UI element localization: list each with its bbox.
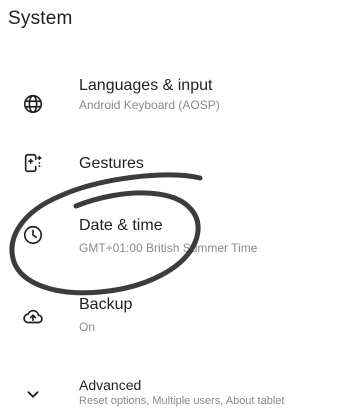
gestures-icon [20, 150, 46, 176]
setting-summary: Android Keyboard (AOSP) [79, 98, 220, 112]
cloud-upload-icon [20, 304, 46, 330]
chevron-down-icon [20, 381, 46, 407]
setting-languages-input[interactable]: Languages & input Android Keyboard (AOSP… [0, 70, 351, 134]
setting-backup[interactable]: Backup On [0, 291, 351, 355]
setting-label: Languages & input [79, 77, 213, 94]
setting-gestures[interactable]: Gestures [0, 133, 351, 197]
settings-screen: System Languages & input Android Keyboar… [0, 0, 351, 416]
setting-label: Date & time [79, 217, 163, 234]
setting-summary: Reset options, Multiple users, About tab… [79, 395, 285, 407]
setting-label: Advanced [79, 377, 142, 393]
globe-icon [20, 91, 46, 117]
setting-advanced[interactable]: Advanced Reset options, Multiple users, … [0, 368, 351, 416]
setting-label: Gestures [79, 155, 144, 172]
page-title: System [8, 8, 73, 29]
clock-icon [20, 222, 46, 248]
setting-date-time[interactable]: Date & time GMT+01:00 British Summer Tim… [0, 208, 351, 272]
setting-label: Backup [79, 296, 133, 313]
setting-summary: On [79, 320, 96, 334]
setting-summary: GMT+01:00 British Summer Time [79, 241, 258, 255]
